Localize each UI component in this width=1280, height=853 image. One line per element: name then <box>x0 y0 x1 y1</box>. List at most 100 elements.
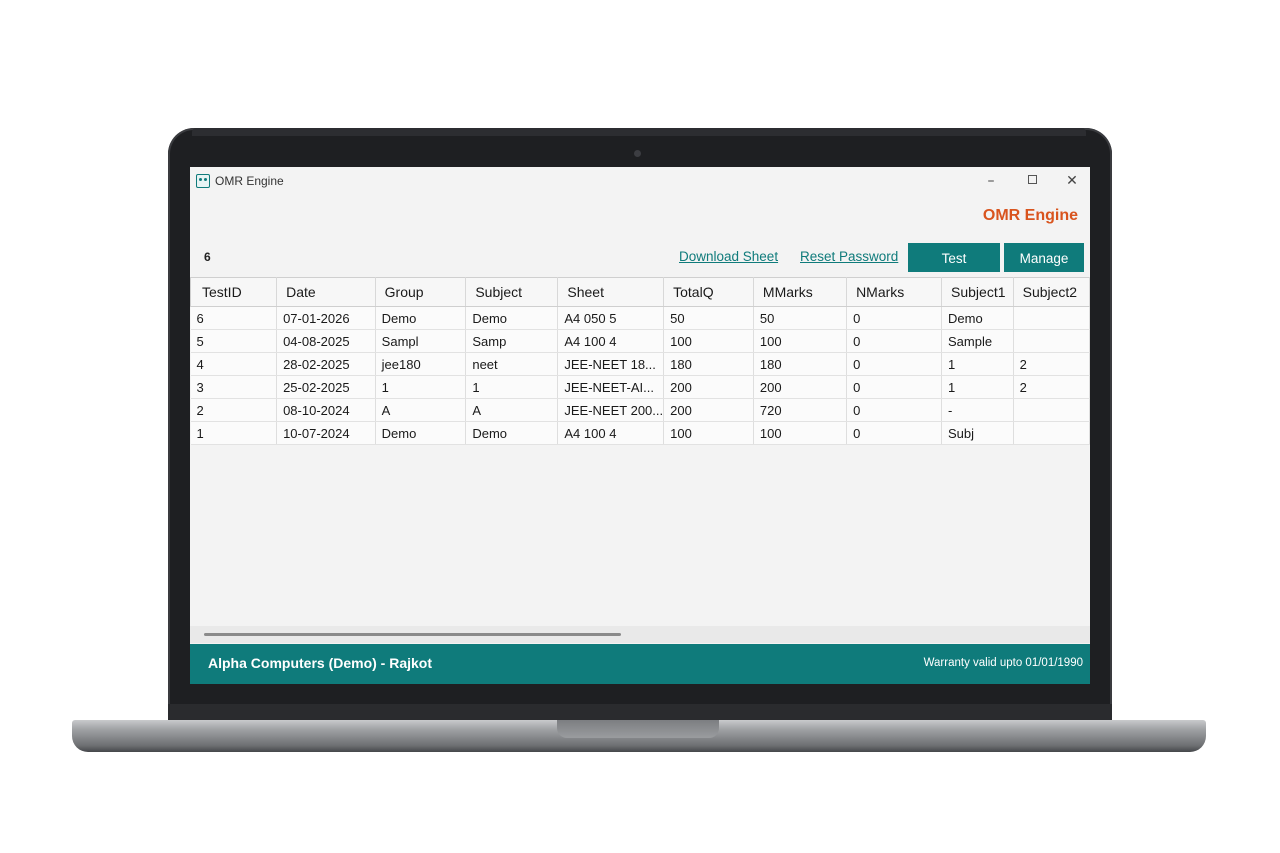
table-cell: 1 <box>941 375 1014 399</box>
table-row[interactable]: 4 28-02-2025 jee180 neet JEE-NEET 18... 180 18… <box>190 352 1090 376</box>
table-cell: 200 <box>663 398 754 422</box>
table-cell: 3 <box>190 375 278 399</box>
table-cell: 2 <box>1013 352 1090 376</box>
warranty-text: Warranty valid upto 01/01/1990 <box>923 657 1083 669</box>
table-cell: 04-08-2025 <box>276 329 376 353</box>
table-cell: Demo <box>465 421 559 445</box>
table-cell: JEE-NEET 18... <box>557 352 665 376</box>
table-cell: 4 <box>190 352 278 376</box>
table-cell: 2 <box>190 398 278 422</box>
table-cell: 5 <box>190 329 278 353</box>
table-cell: 100 <box>663 329 754 353</box>
table-cell: 07-01-2026 <box>276 306 376 330</box>
table-cell: 0 <box>846 306 943 330</box>
maximize-button[interactable] <box>1019 171 1045 191</box>
table-cell <box>1013 421 1090 445</box>
laptop-lid-edge <box>192 128 1086 136</box>
minimize-button[interactable]: – <box>978 171 1004 191</box>
manage-button[interactable]: Manage <box>1004 243 1084 272</box>
table-cell: 1 <box>465 375 559 399</box>
table-cell: A <box>375 398 467 422</box>
column-header-sheet[interactable]: Sheet <box>557 277 665 307</box>
table-cell: JEE-NEET 200... <box>557 398 665 422</box>
table-cell: 200 <box>663 375 754 399</box>
table-cell <box>1013 329 1090 353</box>
table-header-row: TestID Date Group Subject Sheet TotalQ MMarks N… <box>190 277 1090 307</box>
company-name: Alpha Computers (Demo) - Rajkot <box>208 655 433 671</box>
table-cell: 100 <box>753 421 848 445</box>
table-cell: Demo <box>941 306 1014 330</box>
app-window: OMR Engine – ✕ OMR Engine 6 Download She… <box>190 167 1090 684</box>
table-cell: Sampl <box>375 329 467 353</box>
table-cell: neet <box>465 352 559 376</box>
scrollbar-thumb[interactable] <box>204 633 621 636</box>
download-sheet-link[interactable]: Download Sheet <box>679 249 778 264</box>
table-cell: 100 <box>753 329 848 353</box>
laptop-notch <box>557 720 719 738</box>
column-header-nmarks[interactable]: NMarks <box>846 277 943 307</box>
table-row[interactable]: 5 04-08-2025 Sampl Samp A4 100 4 100 100 0 Sampl… <box>190 329 1090 353</box>
table-cell: - <box>941 398 1014 422</box>
table-cell: 28-02-2025 <box>276 352 376 376</box>
column-header-subject2[interactable]: Subject2 <box>1013 277 1090 307</box>
column-header-totalq[interactable]: TotalQ <box>663 277 754 307</box>
table-cell: Demo <box>465 306 559 330</box>
table-cell: 1 <box>375 375 467 399</box>
table-cell: JEE-NEET-AI... <box>557 375 665 399</box>
brand-title: OMR Engine <box>982 207 1078 224</box>
maximize-icon <box>1027 175 1037 184</box>
table-cell: 25-02-2025 <box>276 375 376 399</box>
table-cell: A4 100 4 <box>557 329 665 353</box>
table-row[interactable]: 3 25-02-2025 1 1 JEE-NEET-AI... 200 200 0 1 2 <box>190 375 1090 399</box>
table-cell: 6 <box>190 306 278 330</box>
column-header-subject1[interactable]: Subject1 <box>941 277 1014 307</box>
table-cell: Samp <box>465 329 559 353</box>
table-cell <box>1013 398 1090 422</box>
table-cell: A4 050 5 <box>557 306 665 330</box>
table-cell: 08-10-2024 <box>276 398 376 422</box>
record-count: 6 <box>204 250 211 264</box>
table-cell: 1 <box>941 352 1014 376</box>
window-title: OMR Engine <box>215 174 284 188</box>
app-icon <box>196 174 210 188</box>
table-cell: A <box>465 398 559 422</box>
table-cell: 1 <box>190 421 278 445</box>
table-cell: Demo <box>375 421 467 445</box>
table-cell: 0 <box>846 398 943 422</box>
table-row[interactable]: 1 10-07-2024 Demo Demo A4 100 4 100 100 0 Subj <box>190 421 1090 445</box>
table-cell: 180 <box>663 352 754 376</box>
test-button[interactable]: Test <box>908 243 1000 272</box>
status-footer: Alpha Computers (Demo) - Rajkot Warranty… <box>190 644 1090 684</box>
table-cell: 10-07-2024 <box>276 421 376 445</box>
table-cell: 180 <box>753 352 848 376</box>
table-row[interactable]: 6 07-01-2026 Demo Demo A4 050 5 50 50 0 Demo <box>190 306 1090 330</box>
table-cell: 200 <box>753 375 848 399</box>
webcam <box>634 150 641 157</box>
table-cell: jee180 <box>375 352 467 376</box>
tests-grid[interactable]: TestID Date Group Subject Sheet TotalQ MMarks N… <box>190 277 1090 626</box>
table-cell: 100 <box>663 421 754 445</box>
table-cell: 0 <box>846 375 943 399</box>
table-cell: 50 <box>753 306 848 330</box>
column-header-testid[interactable]: TestID <box>190 277 278 307</box>
tests-table: TestID Date Group Subject Sheet TotalQ MMarks N… <box>190 277 1090 445</box>
table-cell: 720 <box>753 398 848 422</box>
table-cell: Subj <box>941 421 1014 445</box>
column-header-group[interactable]: Group <box>375 277 467 307</box>
title-bar: OMR Engine – ✕ <box>190 167 1090 195</box>
table-cell: 0 <box>846 329 943 353</box>
close-button[interactable]: ✕ <box>1059 171 1085 191</box>
table-cell: 2 <box>1013 375 1090 399</box>
table-cell: 0 <box>846 352 943 376</box>
table-cell: 50 <box>663 306 754 330</box>
table-cell <box>1013 306 1090 330</box>
column-header-date[interactable]: Date <box>276 277 376 307</box>
column-header-mmarks[interactable]: MMarks <box>753 277 848 307</box>
table-row[interactable]: 2 08-10-2024 A A JEE-NEET 200... 200 720 0- <box>190 398 1090 422</box>
horizontal-scrollbar[interactable] <box>190 626 1090 643</box>
table-cell: Demo <box>375 306 467 330</box>
column-header-subject[interactable]: Subject <box>465 277 559 307</box>
reset-password-link[interactable]: Reset Password <box>800 249 898 264</box>
table-cell: Sample <box>941 329 1014 353</box>
table-cell: A4 100 4 <box>557 421 665 445</box>
